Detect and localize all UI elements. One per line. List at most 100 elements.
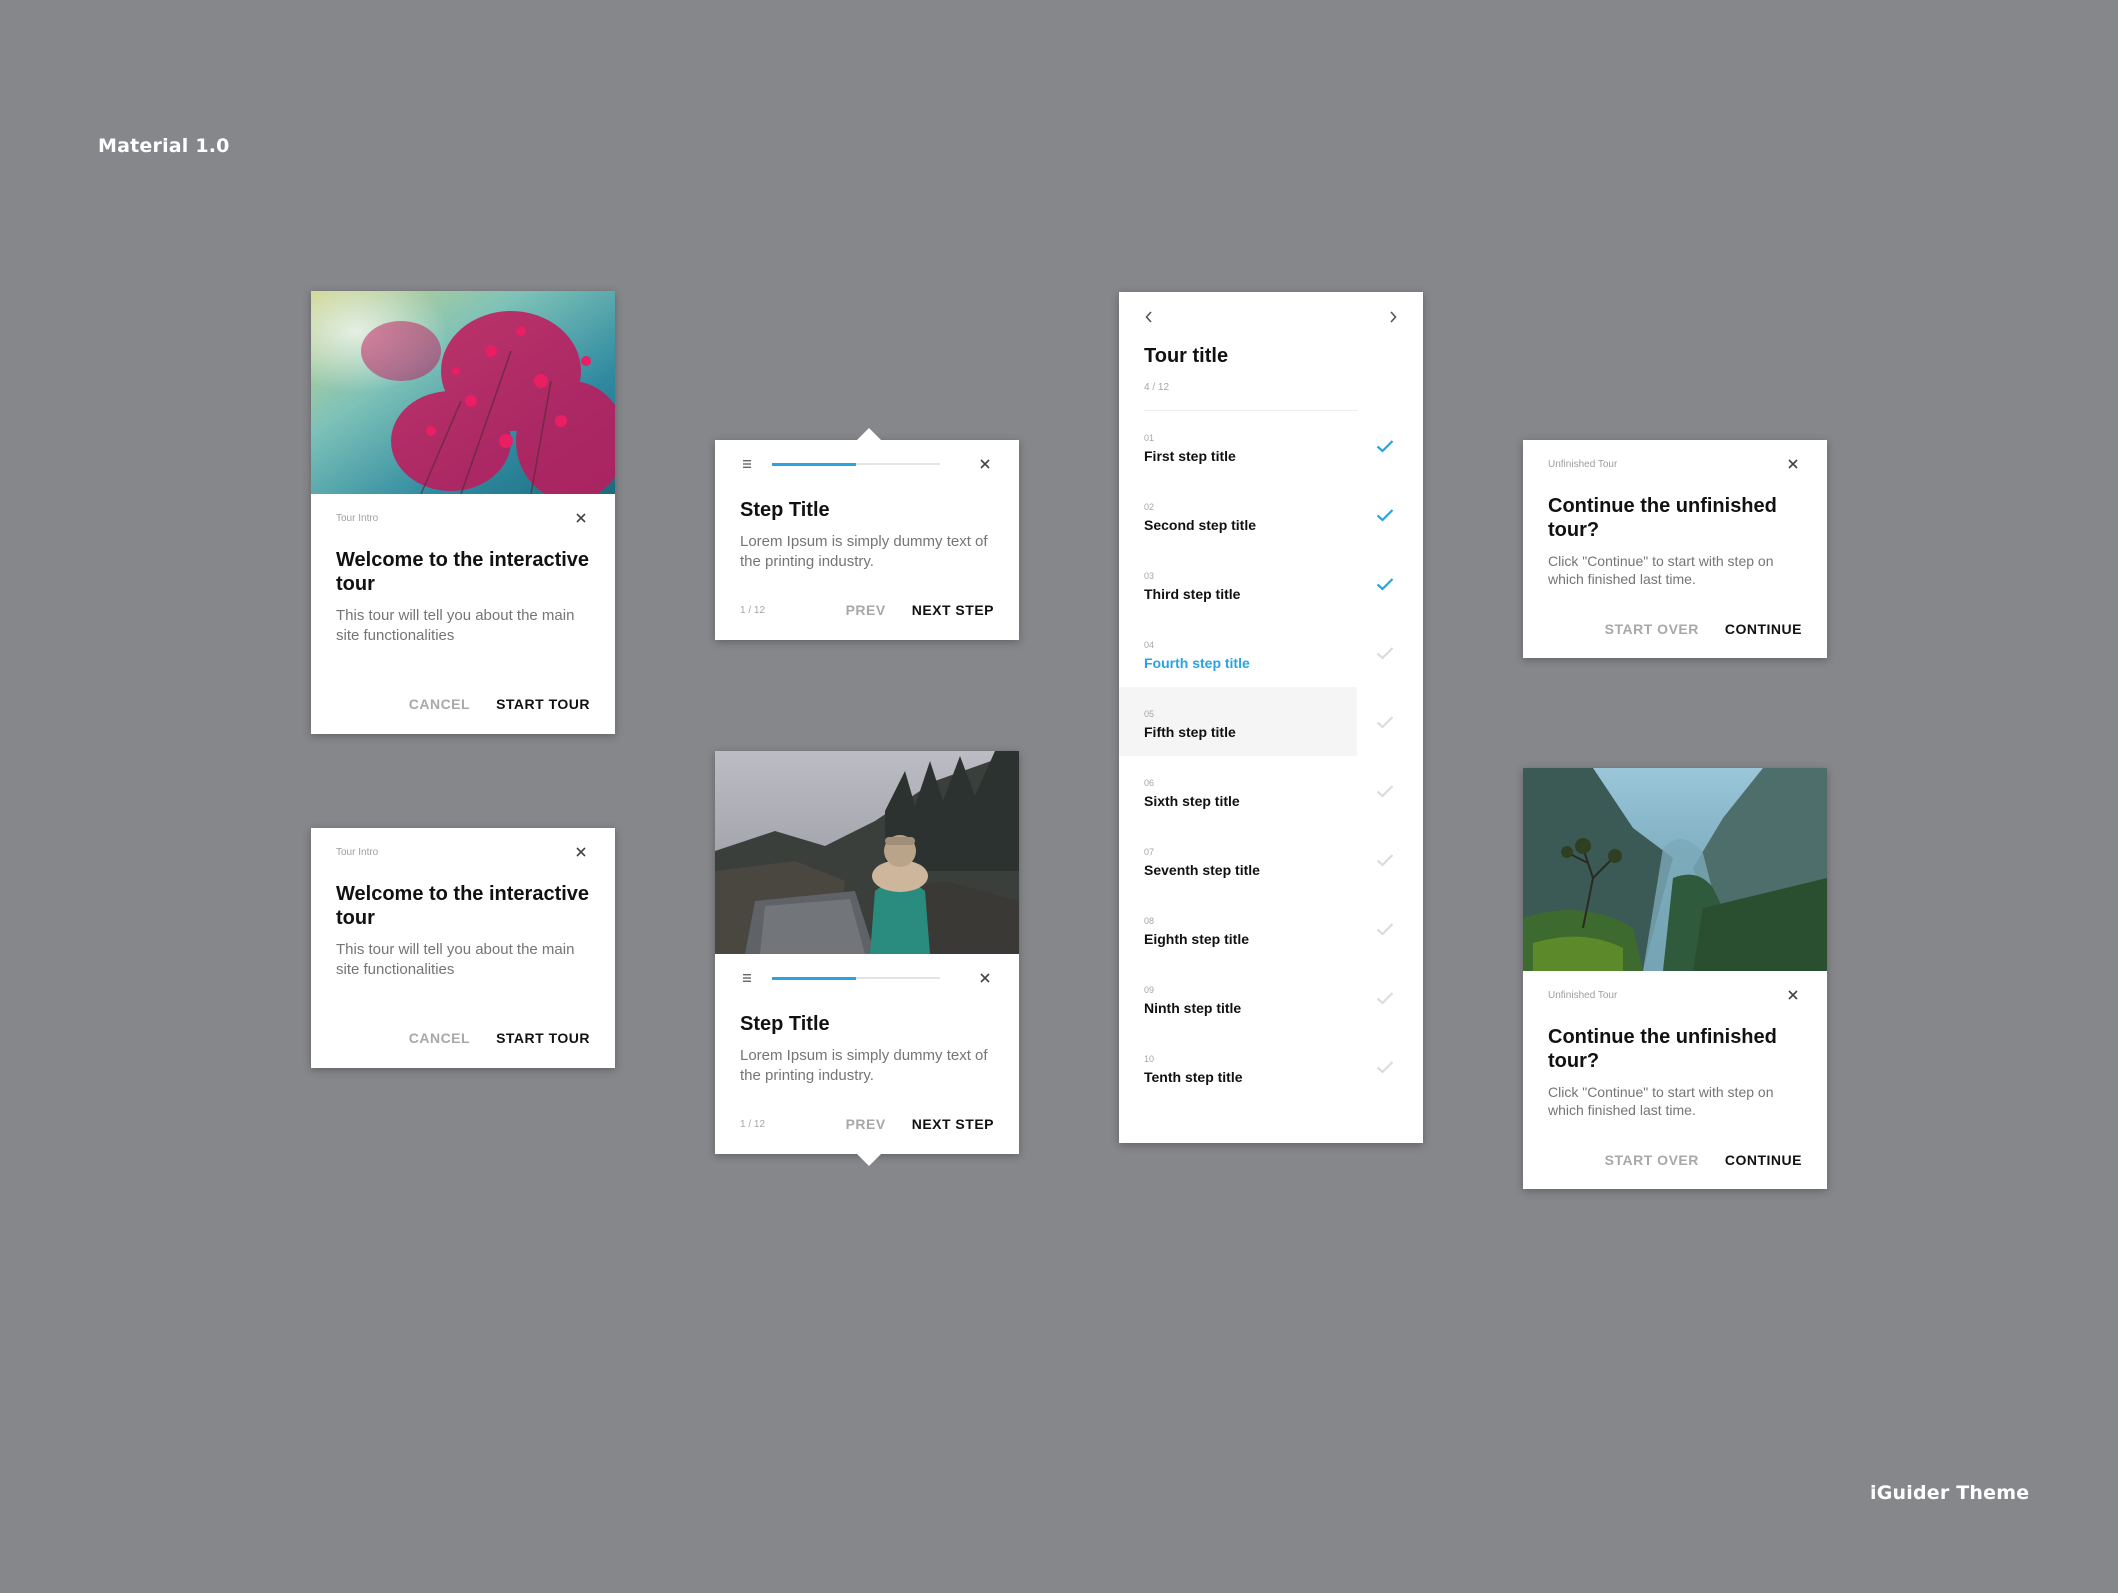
next-step-button[interactable]: NEXT STEP bbox=[912, 1116, 994, 1132]
step-card-with-image: Step Title Lorem Ipsum is simply dummy t… bbox=[715, 751, 1019, 1166]
tour-step-list: 01 First step title 02 Second step title 03 T… bbox=[1119, 411, 1423, 1101]
step-number: 05 bbox=[1144, 709, 1155, 719]
step-progress-bar bbox=[772, 976, 940, 980]
step-title: Step Title bbox=[740, 499, 830, 521]
close-icon[interactable] bbox=[1784, 455, 1802, 473]
step-label: First step title bbox=[1144, 448, 1236, 464]
unfinished-tour-caption: Unfinished Tour bbox=[1548, 458, 1618, 470]
step-label: Sixth step title bbox=[1144, 793, 1240, 809]
checkmark-icon bbox=[1376, 992, 1394, 1005]
intro-description: This tour will tell you about the main s… bbox=[336, 607, 575, 644]
step-label: Fifth step title bbox=[1144, 724, 1236, 740]
prev-button[interactable]: PREV bbox=[846, 1116, 886, 1132]
tour-title: Tour title bbox=[1144, 345, 1229, 367]
tooltip-pointer bbox=[857, 428, 881, 440]
step-number: 02 bbox=[1144, 502, 1155, 512]
step-progress-fill bbox=[772, 462, 856, 466]
mountain-valley-photo bbox=[1523, 768, 1827, 971]
step-label: Third step title bbox=[1144, 586, 1241, 602]
unfinished-description: Click "Continue" to start with step on w… bbox=[1548, 1084, 1774, 1118]
intro-description: This tour will tell you about the main s… bbox=[336, 941, 575, 978]
step-label: Ninth step title bbox=[1144, 1000, 1242, 1016]
prev-button[interactable]: PREV bbox=[846, 602, 886, 618]
step-label: Seventh step title bbox=[1144, 862, 1260, 878]
tour-step-item[interactable]: 07 Seventh step title bbox=[1119, 825, 1423, 894]
checkmark-icon bbox=[1376, 785, 1394, 798]
page-heading: Material 1.0 bbox=[98, 135, 230, 157]
step-number: 09 bbox=[1144, 985, 1155, 995]
step-progress-fill bbox=[772, 976, 856, 980]
step-description: Lorem Ipsum is simply dummy text of the … bbox=[740, 1047, 988, 1084]
step-label: Fourth step title bbox=[1144, 655, 1250, 671]
unfinished-tour-card-with-image: Unfinished Tour Continue the unfinished … bbox=[1523, 768, 1827, 1189]
step-number: 03 bbox=[1144, 571, 1155, 581]
hover-highlight bbox=[1119, 687, 1357, 756]
step-title: Step Title bbox=[740, 1013, 830, 1035]
cancel-button[interactable]: CANCEL bbox=[409, 696, 470, 712]
close-icon[interactable] bbox=[572, 843, 590, 861]
checkmark-icon bbox=[1376, 716, 1394, 729]
menu-icon[interactable] bbox=[740, 458, 754, 470]
tour-step-item[interactable]: 06 Sixth step title bbox=[1119, 756, 1423, 825]
tour-step-item[interactable]: 08 Eighth step title bbox=[1119, 894, 1423, 963]
hiker-lake-photo bbox=[715, 751, 1019, 954]
unfinished-description: Click "Continue" to start with step on w… bbox=[1548, 553, 1774, 587]
step-card-arrow-top: Step Title Lorem Ipsum is simply dummy t… bbox=[715, 428, 1019, 640]
tour-step-item[interactable]: 05 Fifth step title bbox=[1119, 687, 1423, 756]
continue-button[interactable]: CONTINUE bbox=[1725, 621, 1802, 637]
start-tour-button[interactable]: START TOUR bbox=[496, 696, 590, 712]
tooltip-pointer bbox=[857, 1154, 881, 1166]
chevron-left-icon[interactable] bbox=[1141, 309, 1157, 325]
close-icon[interactable] bbox=[1784, 986, 1802, 1004]
chevron-right-icon[interactable] bbox=[1385, 309, 1401, 325]
tour-intro-caption: Tour Intro bbox=[336, 846, 379, 858]
step-description: Lorem Ipsum is simply dummy text of the … bbox=[740, 533, 988, 570]
theme-name: iGuider Theme bbox=[1870, 1482, 2030, 1504]
checkmark-icon bbox=[1376, 509, 1394, 522]
checkmark-icon bbox=[1376, 578, 1394, 591]
checkmark-icon bbox=[1376, 923, 1394, 936]
step-counter: 1 / 12 bbox=[740, 1118, 766, 1130]
tour-step-item[interactable]: 03 Third step title bbox=[1119, 549, 1423, 618]
unfinished-tour-card: Unfinished Tour Continue the unfinished … bbox=[1523, 440, 1827, 658]
tour-step-item[interactable]: 09 Ninth step title bbox=[1119, 963, 1423, 1032]
tour-step-item[interactable]: 01 First step title bbox=[1119, 411, 1423, 480]
tour-intro-caption: Tour Intro bbox=[336, 512, 379, 524]
close-icon[interactable] bbox=[976, 455, 994, 473]
tour-steps-panel: Tour title 4 / 12 01 First step title 02 Se… bbox=[1119, 292, 1423, 1143]
tour-step-item[interactable]: 02 Second step title bbox=[1119, 480, 1423, 549]
step-counter: 1 / 12 bbox=[740, 604, 766, 616]
step-progress-bar bbox=[772, 462, 940, 466]
close-icon[interactable] bbox=[976, 969, 994, 987]
continue-button[interactable]: CONTINUE bbox=[1725, 1152, 1802, 1168]
unfinished-title: Continue the unfinished tour? bbox=[1548, 495, 1777, 541]
start-tour-button[interactable]: START TOUR bbox=[496, 1030, 590, 1046]
step-number: 10 bbox=[1144, 1054, 1155, 1064]
cancel-button[interactable]: CANCEL bbox=[409, 1030, 470, 1046]
intro-title: Welcome to the interactive tour bbox=[336, 883, 590, 929]
step-number: 04 bbox=[1144, 640, 1155, 650]
step-label: Second step title bbox=[1144, 517, 1257, 533]
step-number: 06 bbox=[1144, 778, 1155, 788]
tour-step-item[interactable]: 04 Fourth step title bbox=[1119, 618, 1423, 687]
tour-step-item[interactable]: 10 Tenth step title bbox=[1119, 1032, 1423, 1101]
checkmark-icon bbox=[1376, 1061, 1394, 1074]
intro-title: Welcome to the interactive tour bbox=[336, 549, 590, 595]
checkmark-icon bbox=[1376, 854, 1394, 867]
start-over-button[interactable]: START OVER bbox=[1605, 621, 1699, 637]
unfinished-tour-caption: Unfinished Tour bbox=[1548, 989, 1618, 1001]
checkmark-icon bbox=[1376, 647, 1394, 660]
close-icon[interactable] bbox=[572, 509, 590, 527]
step-number: 01 bbox=[1144, 433, 1155, 443]
flower-photo bbox=[311, 291, 615, 494]
menu-icon[interactable] bbox=[740, 972, 754, 984]
unfinished-title: Continue the unfinished tour? bbox=[1548, 1026, 1777, 1072]
tour-intro-card: Tour Intro Welcome to the interactive to… bbox=[311, 828, 615, 1068]
step-number: 08 bbox=[1144, 916, 1155, 926]
next-step-button[interactable]: NEXT STEP bbox=[912, 602, 994, 618]
step-label: Tenth step title bbox=[1144, 1069, 1243, 1085]
start-over-button[interactable]: START OVER bbox=[1605, 1152, 1699, 1168]
tour-counter: 4 / 12 bbox=[1144, 382, 1170, 393]
step-label: Eighth step title bbox=[1144, 931, 1249, 947]
checkmark-icon bbox=[1376, 440, 1394, 453]
